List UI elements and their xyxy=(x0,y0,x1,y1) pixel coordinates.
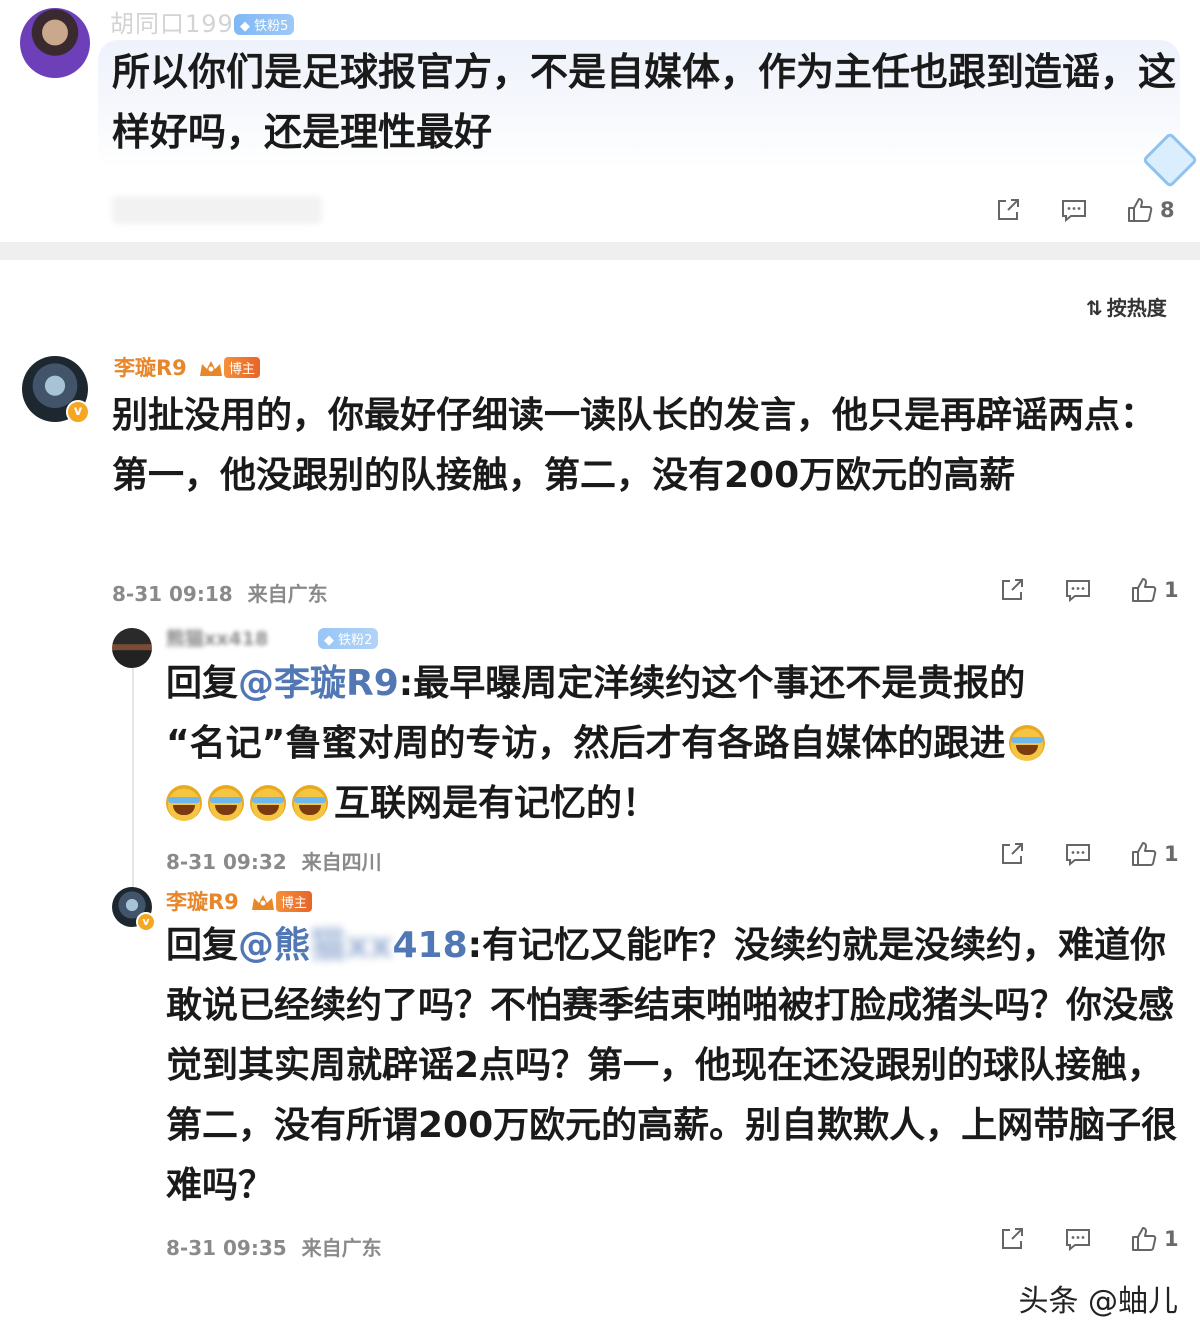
reply-thread-line xyxy=(132,660,134,890)
username[interactable]: 李璇R9 xyxy=(114,356,187,380)
comment-meta: 8-31 09:35 来自广东 xyxy=(166,1232,382,1261)
username[interactable]: 熊猫xx418 xyxy=(166,624,268,651)
like-count: 1 xyxy=(1164,578,1179,602)
watermark: 头条 @蚰儿 xyxy=(1018,1284,1178,1319)
reply-line-1: 回复@李璇R9:最早曝周定洋续约这个事还不是贵报的 xyxy=(166,654,1186,714)
section-divider xyxy=(0,242,1200,260)
reply-text-part: :有记忆又能咋？没续约就是没续约，难道你敢说已经续约了吗？不怕赛季结束啪啪被打脸… xyxy=(166,925,1178,1206)
laughing-crying-emoji-icon xyxy=(250,785,286,821)
like-icon[interactable] xyxy=(1130,576,1158,604)
reply-text-part: 互联网是有记忆的！ xyxy=(334,783,659,824)
like-icon[interactable] xyxy=(1126,196,1154,224)
comment-icon[interactable] xyxy=(1064,840,1092,868)
comment-icon[interactable] xyxy=(1064,576,1092,604)
laughing-crying-emoji-icon xyxy=(1009,725,1046,761)
share-icon[interactable] xyxy=(998,576,1026,604)
comment-actions: 8 xyxy=(994,196,1175,224)
crown-icon xyxy=(199,361,222,376)
comment-meta: 8-31 09:32 来自四川 xyxy=(166,846,382,875)
location: 来自广东 xyxy=(301,1236,382,1260)
like-icon[interactable] xyxy=(1130,1225,1158,1253)
share-icon[interactable] xyxy=(998,840,1026,868)
comment-header: 李璇R9 博主 xyxy=(114,352,260,382)
crown-icon xyxy=(251,895,274,910)
reply-text: 回复@熊猫xx418:有记忆又能咋？没续约就是没续约，难道你敢说已经续约了吗？不… xyxy=(166,916,1186,1216)
comment-meta: 8-31 09:18 来自广东 xyxy=(112,578,328,607)
blogger-badge: 博主 xyxy=(223,357,260,378)
comment-actions: 1 xyxy=(998,840,1179,868)
diamond-icon: ◆ xyxy=(240,19,250,34)
timestamp: 8-31 09:35 xyxy=(166,1236,287,1260)
diamond-icon: ◆ xyxy=(324,633,334,648)
comment-icon[interactable] xyxy=(1060,196,1088,224)
laughing-crying-emoji-icon xyxy=(292,785,328,821)
like-count: 1 xyxy=(1164,1227,1179,1251)
like-count: 1 xyxy=(1164,842,1179,866)
reply-text-part: :最早曝周定洋续约这个事还不是贵报的 xyxy=(398,663,1026,704)
sort-icon: ⇅ xyxy=(1086,296,1103,320)
share-icon[interactable] xyxy=(998,1225,1026,1253)
laughing-crying-emoji-icon xyxy=(208,785,244,821)
mention-tail[interactable]: 418 xyxy=(392,925,467,966)
blurred-meta xyxy=(112,196,322,224)
mention-link[interactable]: @熊 xyxy=(238,925,310,966)
reply-text: 回复@李璇R9:最早曝周定洋续约这个事还不是贵报的 “名记”鲁蜜对周的专访，然后… xyxy=(166,654,1186,834)
location: 来自四川 xyxy=(301,850,382,874)
timestamp: 8-31 09:32 xyxy=(166,850,287,874)
avatar[interactable] xyxy=(112,628,152,668)
fan-badge: ◆ 铁粉5 xyxy=(234,14,295,35)
comment-actions: 1 xyxy=(998,1225,1179,1253)
share-icon[interactable] xyxy=(994,196,1022,224)
username[interactable]: 李璇R9 xyxy=(166,890,239,914)
comment-header: 李璇R9 博主 xyxy=(166,886,312,916)
like-icon[interactable] xyxy=(1130,840,1158,868)
timestamp: 8-31 09:18 xyxy=(112,582,233,606)
username[interactable]: 胡同口1999 xyxy=(110,4,250,39)
fan-badge-label: 铁粉5 xyxy=(254,19,289,34)
like-count: 8 xyxy=(1160,198,1175,222)
fan-badge: ◆ 铁粉2 xyxy=(318,628,379,649)
location: 来自广东 xyxy=(247,582,328,606)
comment-text: 所以你们是足球报官方，不是自媒体，作为主任也跟到造谣，这样好吗，还是理性最好 xyxy=(112,50,1177,154)
avatar[interactable] xyxy=(20,8,90,78)
mention-blurred: 猫xx xyxy=(310,925,393,966)
reply-line-2: “名记”鲁蜜对周的专访，然后才有各路自媒体的跟进 xyxy=(166,714,1186,774)
reply-line-3: 互联网是有记忆的！ xyxy=(166,774,1186,834)
verified-icon: v xyxy=(136,912,156,932)
blogger-badge: 博主 xyxy=(275,891,312,912)
laughing-crying-emoji-icon xyxy=(166,785,202,821)
reply-prefix: 回复 xyxy=(166,925,239,966)
sort-label: 按热度 xyxy=(1106,296,1167,320)
reply-prefix: 回复 xyxy=(166,663,239,704)
fan-badge-label: 铁粉2 xyxy=(338,633,373,648)
mention-link[interactable]: @李璇R9 xyxy=(238,663,399,704)
comment-actions: 1 xyxy=(998,576,1179,604)
verified-icon: v xyxy=(66,400,90,424)
comment-text: 别扯没用的，你最好仔细读一读队长的发言，他只是再辟谣两点：第一，他没跟别的队接触… xyxy=(112,395,1157,496)
sort-button[interactable]: ⇅ 按热度 xyxy=(1086,292,1167,321)
reply-text-part: “名记”鲁蜜对周的专访，然后才有各路自媒体的跟进 xyxy=(166,723,1006,764)
comment-icon[interactable] xyxy=(1064,1225,1092,1253)
